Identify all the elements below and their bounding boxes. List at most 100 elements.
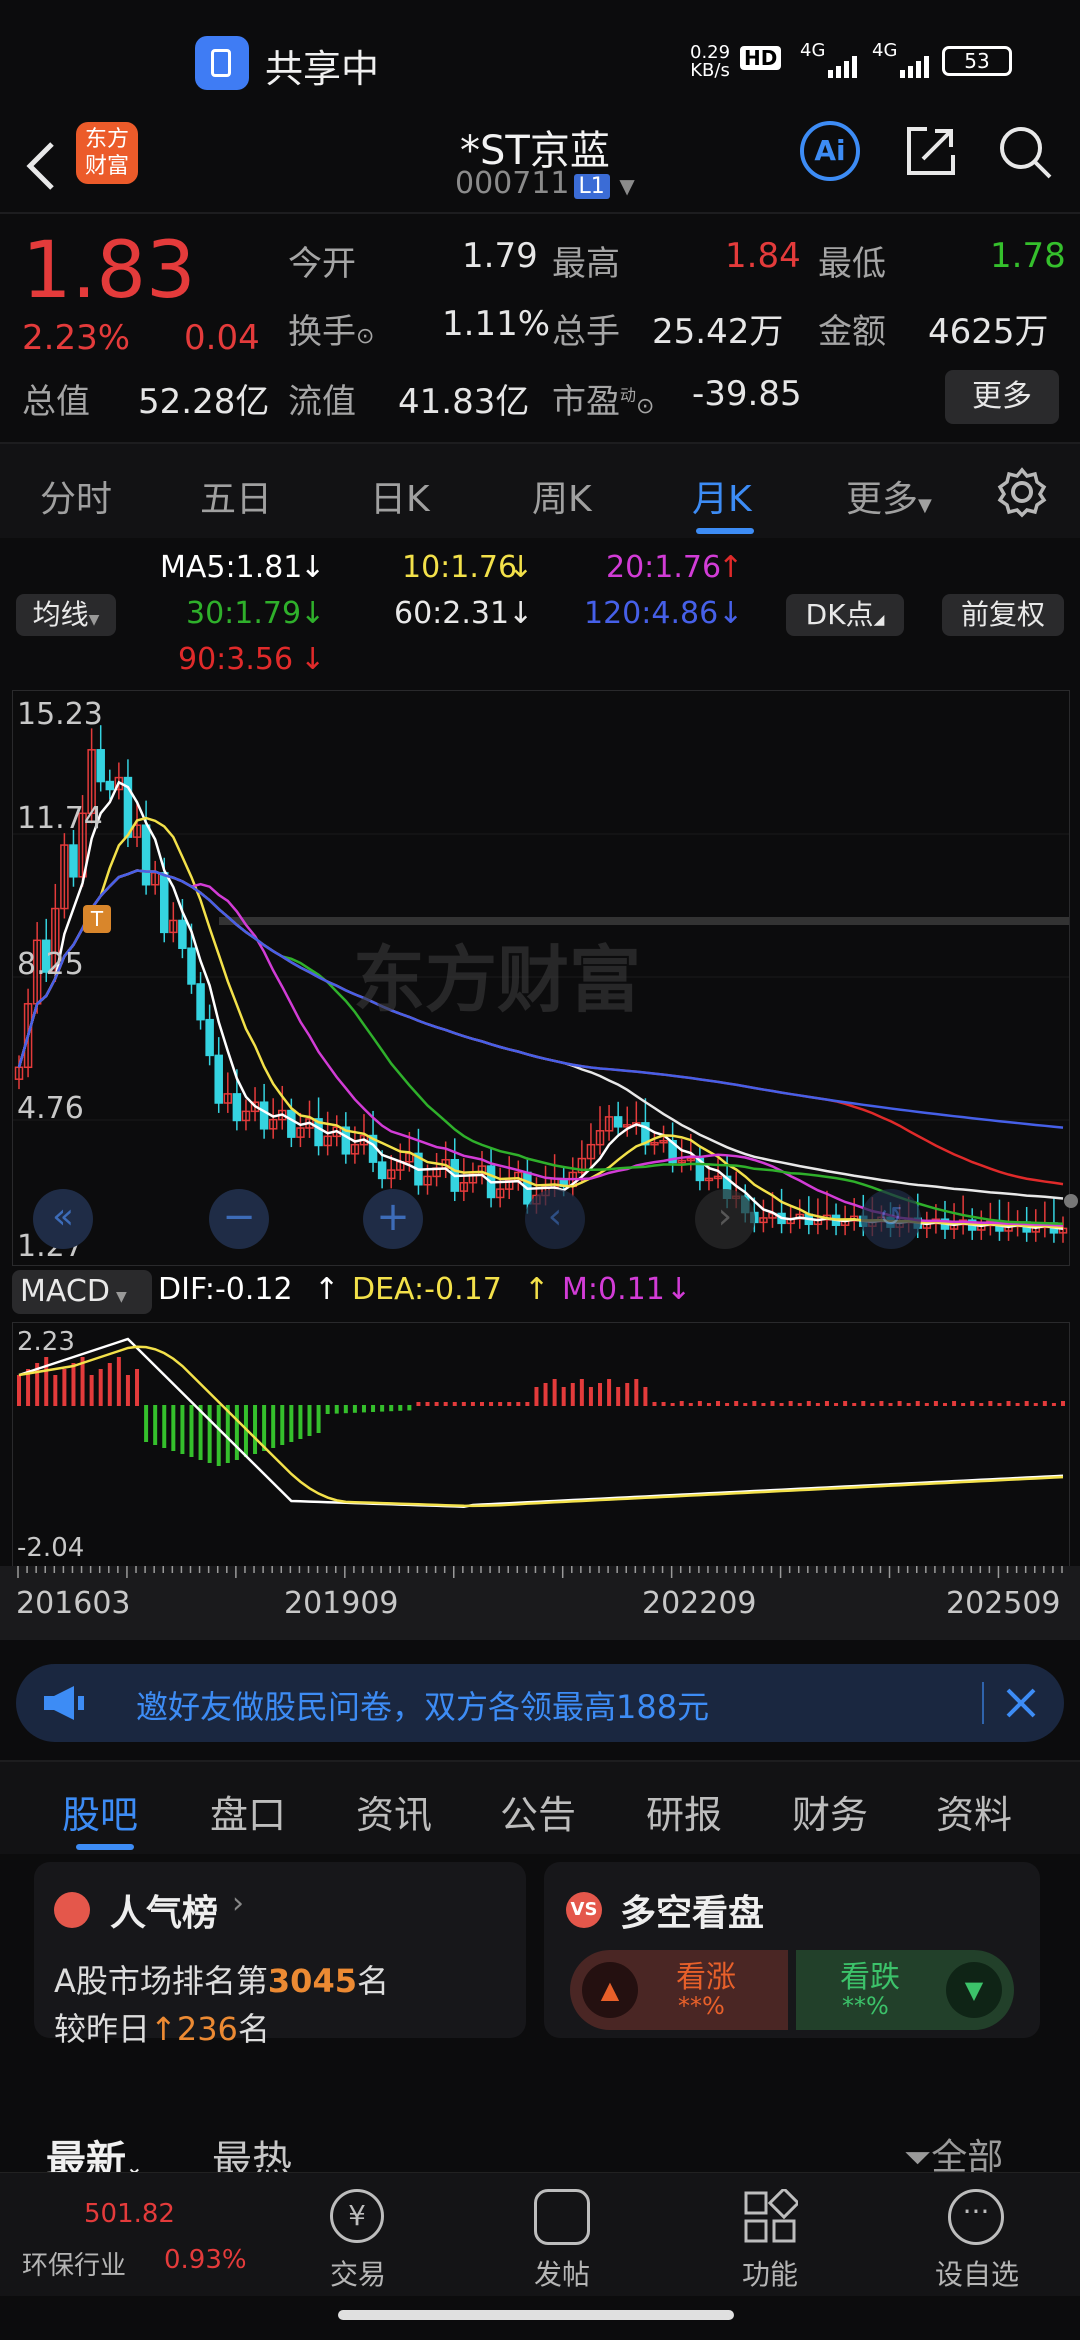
y-tick-label: 11.74 <box>17 801 103 836</box>
candle-body <box>160 872 169 934</box>
tab-intraday[interactable]: 分时 <box>40 470 112 522</box>
search-icon[interactable] <box>995 122 1055 182</box>
amount-value: 4625万 <box>928 312 1049 352</box>
macd-bar <box>62 1369 67 1406</box>
macd-bar <box>788 1401 793 1406</box>
more-button[interactable]: 更多 <box>945 370 1059 424</box>
macd-bar <box>761 1403 766 1406</box>
edit-post-icon[interactable] <box>534 2189 590 2245</box>
candle-body <box>69 844 78 878</box>
bottom-nav: 501.82 环保行业 0.93% ¥ 交易 发帖 功能 ··· 设自选 <box>0 2172 1080 2297</box>
macd-bar <box>779 1403 784 1406</box>
tab-forum[interactable]: 股吧 <box>62 1784 138 1839</box>
signal-icon-2 <box>900 56 929 78</box>
share-icon[interactable] <box>903 123 959 179</box>
dk-point-button[interactable]: DK点◢ <box>786 594 904 636</box>
bear-button[interactable]: 看跌 **% ▼ <box>796 1950 1014 2030</box>
scroll-left-button[interactable]: ‹ <box>525 1189 585 1249</box>
ma-mode-button[interactable]: 均线▼ <box>16 594 116 636</box>
ma120-value: 120:4.86 <box>584 596 719 631</box>
tab-weekly-k[interactable]: 周K <box>532 470 592 522</box>
tab-profile[interactable]: 资料 <box>936 1784 1012 1839</box>
tab-daily-k[interactable]: 日K <box>370 470 430 522</box>
candle-body <box>187 947 196 985</box>
scroll-left-fast-button[interactable]: « <box>33 1189 93 1249</box>
caret-down-icon: ▼ <box>918 495 932 516</box>
macd-bar <box>598 1383 603 1406</box>
macd-bar <box>216 1405 221 1466</box>
macd-bar <box>861 1401 866 1406</box>
zoom-out-button[interactable]: − <box>209 1189 269 1249</box>
popularity-card[interactable]: 人气榜 › A股市场排名第3045名 较昨日↑236名 <box>34 1862 526 2048</box>
macd-bar <box>1051 1403 1056 1406</box>
candle-body <box>613 1116 623 1128</box>
float-cap-label: 流值 <box>288 382 356 422</box>
screen-share-icon <box>195 36 249 90</box>
function-label[interactable]: 功能 <box>740 2253 800 2293</box>
macd-bar <box>997 1403 1002 1406</box>
ma-legend: MA5:1.81 ↓ 10:1.76 ↓ 20:1.76 ↑ 均线▼ 30:1.… <box>0 538 1080 688</box>
adjust-button[interactable]: 前复权 <box>942 594 1064 636</box>
gesture-bar-area <box>0 2296 1080 2340</box>
macd-bar <box>489 1402 494 1406</box>
tab-orderbook[interactable]: 盘口 <box>210 1784 286 1839</box>
quote-panel: 1.83 2.23% 0.04 今开 1.79 最高 1.84 最低 1.78 … <box>0 214 1080 444</box>
watchlist-label[interactable]: 设自选 <box>932 2253 1022 2293</box>
macd-bar <box>879 1401 884 1406</box>
rank-change-text: 较昨日↑236名 <box>54 2010 270 2048</box>
grid-icon[interactable] <box>742 2189 798 2245</box>
macd-bar <box>425 1402 430 1406</box>
macd-bar <box>870 1403 875 1406</box>
macd-chart[interactable]: 2.23 -2.04 <box>12 1322 1070 1568</box>
kline-chart[interactable]: 东方财富 15.23 11.74 8.25 4.76 1.27 T « − + … <box>12 690 1070 1266</box>
macd-bar <box>806 1401 811 1406</box>
scroll-right-button[interactable]: › <box>695 1189 755 1249</box>
crosshair-handle[interactable] <box>1064 1194 1078 1208</box>
macd-bar <box>924 1403 929 1406</box>
ma90-value: 90:3.56 <box>178 642 294 677</box>
macd-bar <box>289 1405 294 1442</box>
back-icon[interactable] <box>20 136 60 196</box>
macd-bar <box>71 1363 76 1406</box>
stock-code: 000711 L1 ▼ <box>455 166 635 201</box>
macd-bar <box>834 1403 839 1406</box>
reset-button[interactable]: ↺ <box>861 1189 921 1249</box>
index-widget[interactable]: 501.82 环保行业 0.93% <box>0 2173 247 2297</box>
tab-five-day[interactable]: 五日 <box>200 470 272 522</box>
post-label[interactable]: 发帖 <box>532 2253 592 2293</box>
trade-icon[interactable]: ¥ <box>324 2187 390 2247</box>
tab-research[interactable]: 研报 <box>646 1784 722 1839</box>
macd-bar <box>942 1403 947 1406</box>
macd-bar <box>1006 1401 1011 1406</box>
trade-marker[interactable]: T <box>83 905 111 933</box>
ma5-value: MA5:1.81 <box>160 550 303 585</box>
macd-selector[interactable]: MACD ▼ <box>12 1270 152 1314</box>
tab-news[interactable]: 资讯 <box>356 1784 432 1839</box>
more-circle-icon[interactable]: ··· <box>948 2189 1004 2245</box>
tab-more[interactable]: 更多▼ <box>846 470 932 522</box>
gear-icon[interactable] <box>996 466 1048 518</box>
up-arrow-icon: ↑ <box>524 1272 550 1307</box>
zoom-in-button[interactable]: + <box>363 1189 423 1249</box>
macd-bar <box>525 1402 530 1406</box>
index-change: 0.93% <box>164 2245 247 2275</box>
turnover-label[interactable]: 换手⊙ <box>288 304 374 353</box>
trade-label[interactable]: 交易 <box>328 2253 388 2293</box>
up-arrow-icon: ↑ <box>314 1272 340 1307</box>
macd-bar <box>679 1401 684 1406</box>
pe-label[interactable]: 市盈动⊙ <box>552 374 654 423</box>
tab-announcements[interactable]: 公告 <box>500 1784 576 1839</box>
tab-financials[interactable]: 财务 <box>792 1784 868 1839</box>
open-value: 1.79 <box>462 236 538 276</box>
float-cap-value: 41.83亿 <box>398 382 530 422</box>
tab-monthly-k[interactable]: 月K <box>692 470 752 522</box>
ai-button[interactable]: Ai <box>800 121 860 181</box>
promo-banner[interactable]: 邀好友做股民问卷，双方各领最高188元 <box>16 1664 1064 1742</box>
bear-value: **% <box>842 1992 889 2020</box>
close-icon[interactable] <box>1004 1686 1038 1720</box>
down-arrow-icon: ↓ <box>300 642 326 677</box>
bull-button[interactable]: ▲ 看涨 **% <box>570 1950 788 2030</box>
active-tab-indicator <box>76 1844 134 1850</box>
home-indicator[interactable] <box>338 2310 734 2320</box>
info-icon: ⊙ <box>636 394 655 419</box>
